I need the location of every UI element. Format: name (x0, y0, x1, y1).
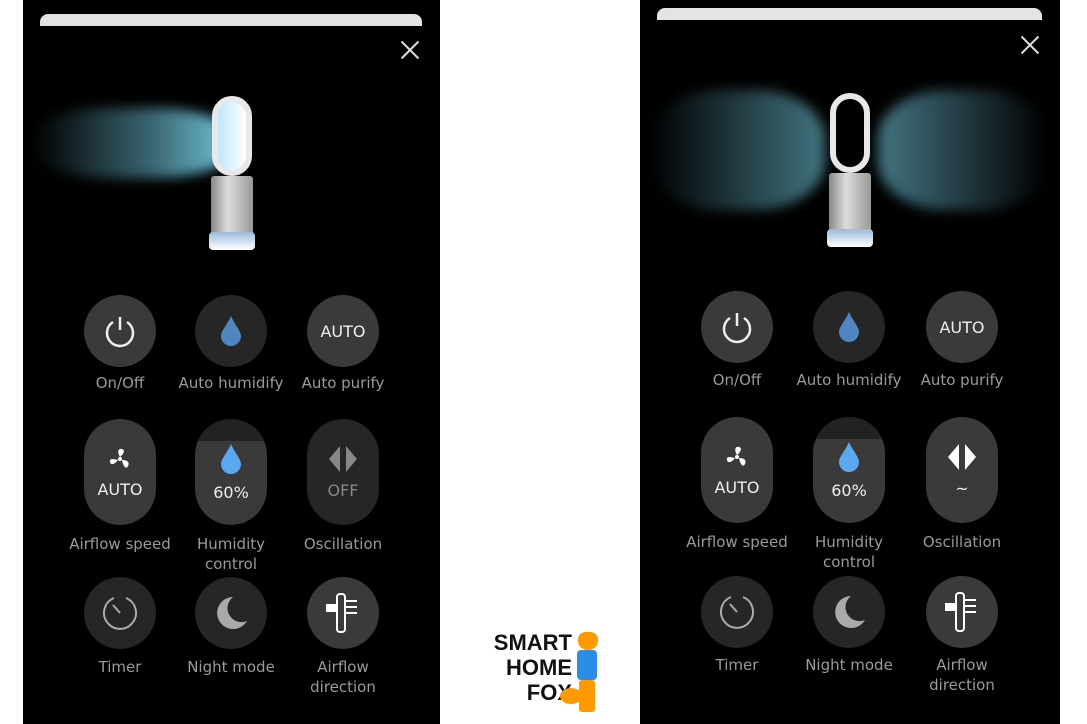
auto-purify-button[interactable]: AUTO (926, 291, 998, 363)
on-off-label: On/Off (712, 371, 762, 389)
fox-mascot-icon (560, 632, 602, 714)
oscillation-arrows-icon (326, 445, 360, 473)
sheet-handle-bar (657, 8, 1042, 20)
auto-humidify-label: Auto humidify (178, 374, 284, 392)
airflow-direction-icon (323, 591, 363, 635)
airflow-visual (33, 108, 233, 178)
water-drop-icon (219, 315, 243, 347)
button-value: 60% (831, 480, 867, 500)
humidity-control-label: Humidity control (814, 533, 883, 571)
sheet-handle-bar (40, 14, 422, 26)
auto-purify-label: Auto purify (301, 374, 385, 392)
close-icon[interactable] (398, 38, 422, 62)
airflow-direction-label: Airflow direction (310, 658, 376, 696)
auto-humidify-button[interactable] (195, 295, 267, 367)
water-drop-icon (837, 311, 861, 343)
button-value: AUTO (714, 477, 760, 497)
airflow-speed-button[interactable]: AUTO (84, 419, 156, 525)
night-mode-button[interactable] (813, 576, 885, 648)
button-value: 60% (213, 482, 249, 502)
night-mode-button[interactable] (195, 577, 267, 649)
oscillation-label: Oscillation (303, 535, 383, 553)
moon-icon (211, 593, 251, 633)
on-off-button[interactable] (701, 291, 773, 363)
oscillation-button[interactable]: ~ (926, 417, 998, 523)
on-off-label: On/Off (95, 374, 145, 392)
airflow-direction-label: Airflow direction (929, 656, 995, 694)
water-drop-icon (837, 441, 861, 473)
timer-button[interactable] (701, 576, 773, 648)
control-panel-right: On/Off Auto humidify AUTO Auto purify AUTO… (640, 0, 1060, 724)
on-off-button[interactable] (84, 295, 156, 367)
airflow-direction-button[interactable] (926, 576, 998, 648)
water-drop-icon (219, 443, 243, 475)
control-panel-left: On/Off Auto humidify AUTO Auto purify AUTO… (23, 0, 440, 724)
airflow-direction-icon (942, 590, 982, 634)
fan-icon (107, 446, 133, 472)
humidity-control-label: Humidity control (196, 535, 265, 573)
close-icon[interactable] (1018, 33, 1042, 57)
moon-icon (829, 592, 869, 632)
airflow-speed-button[interactable]: AUTO (701, 417, 773, 523)
oscillation-button[interactable]: OFF (307, 419, 379, 525)
timer-icon (717, 592, 757, 632)
auto-humidify-button[interactable] (813, 291, 885, 363)
timer-label: Timer (715, 656, 759, 674)
night-mode-label: Night mode (187, 658, 275, 676)
humidity-control-button[interactable]: 60% (813, 417, 885, 523)
airflow-speed-label: Airflow speed (686, 533, 788, 551)
auto-humidify-label: Auto humidify (796, 371, 902, 389)
button-value: OFF (327, 480, 359, 500)
humidity-control-button[interactable]: 60% (195, 419, 267, 525)
fan-icon (724, 444, 750, 470)
timer-label: Timer (98, 658, 142, 676)
auto-text: AUTO (320, 321, 366, 341)
night-mode-label: Night mode (805, 656, 893, 674)
smart-home-fox-logo: SMART HOME FOX (493, 630, 572, 705)
button-value: AUTO (97, 479, 143, 499)
timer-button[interactable] (84, 577, 156, 649)
airflow-direction-button[interactable] (307, 577, 379, 649)
oscillation-label: Oscillation (922, 533, 1002, 551)
button-value: ~ (955, 478, 969, 498)
power-icon (102, 313, 138, 349)
airflow-visual-right (878, 90, 1048, 210)
auto-purify-button[interactable]: AUTO (307, 295, 379, 367)
airflow-visual-left (650, 90, 825, 210)
airflow-speed-label: Airflow speed (69, 535, 171, 553)
auto-text: AUTO (939, 317, 985, 337)
timer-icon (100, 593, 140, 633)
power-icon (719, 309, 755, 345)
auto-purify-label: Auto purify (920, 371, 1004, 389)
oscillation-arrows-icon (945, 443, 979, 471)
